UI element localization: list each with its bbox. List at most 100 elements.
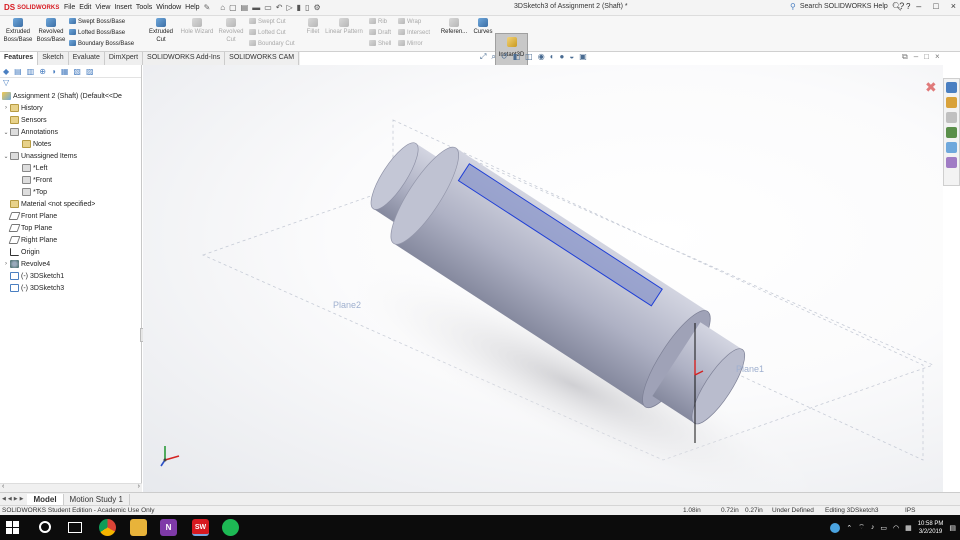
view-orientation-icon[interactable]: ◫ (525, 52, 533, 62)
show-hidden-icons-icon[interactable]: ⌃ (846, 524, 852, 532)
filter-icon[interactable]: ▽ (0, 78, 141, 90)
revolved-boss-button[interactable]: Revolved Boss/Base (35, 18, 67, 44)
minimize-icon[interactable]: – (916, 1, 921, 11)
section-view-icon[interactable]: ◧ (513, 52, 521, 62)
file-properties-icon[interactable]: ▯ (305, 3, 309, 12)
extruded-cut-button[interactable]: Extruded Cut (146, 18, 176, 44)
cortana-search-icon[interactable] (39, 521, 51, 533)
tab-model[interactable]: Model (27, 493, 64, 505)
help-question-icon[interactable]: ? (899, 1, 904, 11)
fillet-button[interactable]: Fillet (304, 18, 322, 36)
menu-tools[interactable]: Tools (136, 4, 152, 11)
tree-item[interactable]: Material <not specified> (2, 198, 95, 210)
design-library-icon[interactable] (946, 97, 957, 108)
file-explorer-icon[interactable] (946, 112, 957, 123)
boundary-cut-button[interactable]: Boundary Cut (249, 40, 295, 48)
edit-appearance-icon[interactable]: ● (560, 52, 565, 62)
swept-boss-button[interactable]: Swept Boss/Base (69, 18, 125, 26)
feature-tree-icon[interactable]: ◆ (3, 67, 9, 76)
open-icon[interactable]: ▤ (241, 3, 249, 12)
search-icon[interactable]: ⚲ (790, 2, 796, 11)
expand-arrow-icon[interactable]: › (2, 261, 10, 267)
mirror-button[interactable]: Mirror (398, 40, 423, 48)
chrome-icon[interactable] (99, 519, 116, 536)
maximize-icon[interactable]: □ (933, 1, 938, 11)
solidworks-resources-icon[interactable] (946, 82, 957, 93)
wrap-button[interactable]: Wrap (398, 18, 421, 26)
expand-arrow-icon[interactable]: ⌄ (2, 129, 10, 136)
hide-show-icon[interactable]: ◐ (550, 52, 555, 62)
clock[interactable]: 10:58 PM 3/2/2019 (918, 520, 944, 536)
tree-item[interactable]: › History (2, 102, 43, 114)
search-help-input[interactable]: Search SOLIDWORKS Help (800, 3, 888, 10)
feature-manager-scrollbar[interactable]: ‹ › (0, 483, 142, 492)
plane1-label[interactable]: Plane1 (736, 364, 764, 374)
home-icon[interactable]: ⌂ (220, 3, 225, 12)
property-manager-icon[interactable]: ▤ (14, 67, 22, 76)
viewport-restore-icon[interactable]: ⧉ (902, 52, 908, 62)
action-center-icon[interactable]: ▤ (949, 524, 956, 532)
plane2-label[interactable]: Plane2 (333, 300, 361, 310)
menu-edit[interactable]: Edit (79, 4, 91, 11)
shell-button[interactable]: Shell (369, 40, 391, 48)
tab-sketch[interactable]: Sketch (38, 52, 69, 65)
menu-view[interactable]: View (95, 4, 110, 11)
zoom-area-icon[interactable]: ⌕ (491, 52, 495, 62)
model-view[interactable]: Plane2 Plane1 (143, 65, 943, 492)
view-palette-icon[interactable] (946, 127, 957, 138)
menu-window[interactable]: Window (156, 4, 181, 11)
tab-scroll-arrows[interactable]: ◀ ◀ ▶ ▶ (2, 496, 23, 502)
tree-item[interactable]: Front Plane (2, 210, 57, 222)
pin-icon[interactable]: ✎ (204, 3, 211, 12)
windows-start-icon[interactable] (6, 521, 19, 534)
onenote-icon[interactable]: N (160, 519, 177, 536)
boundary-boss-button[interactable]: Boundary Boss/Base (69, 40, 134, 48)
tree-root[interactable]: Assignment 2 (Shaft) (Default<<De (2, 90, 122, 102)
tree-item[interactable]: ⌄ Annotations (2, 126, 58, 138)
tree-item[interactable]: Origin (2, 246, 40, 258)
battery-icon[interactable]: ▭ (880, 524, 887, 532)
tab-dimxpert[interactable]: DimXpert (105, 52, 144, 65)
custom-properties-icon[interactable] (946, 157, 957, 168)
tab-evaluate[interactable]: Evaluate (69, 52, 105, 65)
view-settings-icon[interactable]: ▣ (579, 52, 587, 62)
scroll-left-icon[interactable]: ‹ (2, 483, 4, 490)
lofted-cut-button[interactable]: Lofted Cut (249, 29, 286, 37)
revolved-cut-button[interactable]: Revolved Cut (216, 18, 246, 44)
menu-insert[interactable]: Insert (114, 4, 132, 11)
viewport-close-icon[interactable]: × (935, 52, 940, 62)
expand-arrow-icon[interactable]: ⌄ (2, 153, 10, 160)
new-document-icon[interactable]: ▢ (229, 3, 237, 12)
appearances-icon[interactable] (946, 142, 957, 153)
cam-operation-icon[interactable]: ▧ (73, 67, 81, 76)
tab-addins[interactable]: SOLIDWORKS Add-Ins (143, 52, 226, 65)
lofted-boss-button[interactable]: Lofted Boss/Base (69, 29, 125, 37)
tree-item[interactable]: Sensors (2, 114, 47, 126)
network-icon[interactable]: ⌔ (858, 523, 865, 532)
volume-icon[interactable]: ♪ (871, 524, 875, 531)
previous-view-icon[interactable]: ↺ (501, 52, 508, 62)
scroll-right-icon[interactable]: › (138, 483, 140, 490)
menu-help[interactable]: Help (185, 4, 199, 11)
unit-system[interactable]: IPS (905, 507, 915, 514)
rebuild-icon[interactable]: ▮ (297, 3, 301, 12)
save-icon[interactable]: ▬ (252, 3, 260, 12)
swept-cut-button[interactable]: Swept Cut (249, 18, 286, 26)
confirm-close-icon[interactable]: ✖ (925, 79, 937, 96)
tree-item[interactable]: *Top (14, 186, 47, 198)
display-manager-icon[interactable]: ◑ (51, 67, 56, 76)
close-icon[interactable]: × (951, 1, 956, 11)
tab-cam[interactable]: SOLIDWORKS CAM (225, 52, 300, 65)
linear-pattern-button[interactable]: Linear Pattern (322, 18, 366, 36)
tree-item[interactable]: (-) 3DSketch1 (2, 270, 64, 282)
cam-tool-icon[interactable]: ▨ (86, 67, 94, 76)
tree-item[interactable]: › Revolve4 (2, 258, 50, 270)
configuration-manager-icon[interactable]: ▥ (27, 67, 35, 76)
spotify-icon[interactable] (222, 519, 239, 536)
help-circle-icon[interactable] (830, 522, 841, 533)
tree-item[interactable]: *Front (14, 174, 52, 186)
viewport-maximize-icon[interactable]: □ (924, 52, 929, 62)
cam-feature-icon[interactable]: ▦ (61, 67, 69, 76)
draft-button[interactable]: Draft (369, 29, 391, 37)
display-style-icon[interactable]: ◉ (538, 52, 545, 62)
